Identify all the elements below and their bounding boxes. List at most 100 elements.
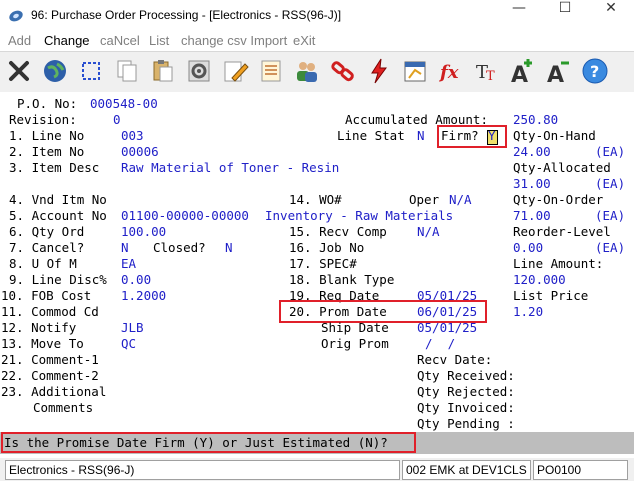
- uom-value[interactable]: EA: [121, 256, 136, 272]
- revision-label: Revision:: [9, 112, 77, 127]
- item-desc-value[interactable]: Raw Material of Toner - Resin: [121, 160, 339, 176]
- accum-amount-value: 250.80: [513, 112, 559, 127]
- line-no-value[interactable]: 003: [121, 128, 144, 144]
- qty-allocated-value: 31.00: [513, 176, 551, 191]
- cancel-value[interactable]: N: [121, 240, 129, 256]
- users-icon[interactable]: [292, 56, 322, 86]
- menu-change[interactable]: Change: [44, 33, 90, 48]
- svg-text:fx: fx: [438, 62, 459, 83]
- job-no-label: 16. Job No: [289, 240, 365, 255]
- qty-rejected-label: Qty Rejected:: [417, 384, 515, 399]
- spec-label: 17. SPEC#: [289, 256, 357, 271]
- status-user: 002 EMK at DEV1CLS: [402, 460, 531, 480]
- recv-date-label: Recv Date:: [417, 352, 493, 367]
- line-amount-value: 120.000: [513, 272, 566, 287]
- qty-received-label: Qty Received:: [417, 368, 515, 383]
- title-bar: 96: Purchase Order Processing - [Electro…: [0, 0, 634, 32]
- globe-icon[interactable]: [40, 56, 70, 86]
- account-value[interactable]: 01100-00000-00000: [121, 208, 249, 224]
- item-no-value[interactable]: 00006: [121, 144, 159, 160]
- qty-allocated-uom: (EA): [595, 176, 626, 191]
- select-icon[interactable]: [76, 56, 106, 86]
- qty-ord-value[interactable]: 100.00: [121, 224, 166, 240]
- fob-cost-label: 10. FOB Cost: [1, 288, 92, 303]
- prompt-highlight: [1, 432, 416, 453]
- svg-text:A: A: [511, 63, 528, 86]
- status-program: PO0100: [533, 460, 628, 480]
- line-stat-value: N: [417, 128, 425, 143]
- svg-text:A: A: [547, 63, 564, 86]
- qty-on-hand-label: Qty-On-Hand: [513, 128, 596, 143]
- qty-on-order-value: 71.00: [513, 208, 551, 223]
- maximize-button[interactable]: ☐: [542, 0, 588, 31]
- qty-on-hand-value: 24.00: [513, 144, 551, 159]
- menu-cancel[interactable]: caNcel: [100, 33, 140, 48]
- menu-exit[interactable]: eXit: [293, 33, 315, 48]
- link-icon[interactable]: [328, 56, 358, 86]
- recv-comp-label: 15. Recv Comp: [289, 224, 387, 239]
- app-icon: [9, 10, 23, 22]
- menu-bar: Add Change caNcel List change csv Import…: [0, 31, 634, 51]
- line-disc-label: 9. Line Disc%: [9, 272, 107, 287]
- font-larger-icon[interactable]: A: [508, 56, 538, 86]
- cancel-label: 7. Cancel?: [9, 240, 85, 255]
- edit-icon[interactable]: [220, 56, 250, 86]
- ship-date-value[interactable]: 05/01/25: [417, 320, 477, 336]
- qty-pending-label: Qty Pending :: [417, 416, 515, 431]
- comments-label: Comments: [33, 400, 94, 415]
- item-no-label: 2. Item No: [9, 144, 85, 159]
- svg-text:T: T: [486, 69, 495, 84]
- minimize-button[interactable]: —: [496, 0, 542, 31]
- item-desc-label: 3. Item Desc: [9, 160, 100, 175]
- ship-date-label: Ship Date: [321, 320, 389, 335]
- recv-comp-value[interactable]: N/A: [417, 224, 440, 240]
- reorder-level-uom: (EA): [595, 240, 626, 255]
- closed-label: Closed?: [153, 240, 206, 255]
- function-icon[interactable]: fx: [436, 56, 466, 86]
- qty-invoiced-label: Qty Invoiced:: [417, 400, 515, 415]
- line-stat-label: Line Stat: [337, 128, 405, 143]
- list-price-label: List Price: [513, 288, 589, 303]
- notes-icon[interactable]: [256, 56, 286, 86]
- orig-prom-value[interactable]: / /: [425, 336, 455, 352]
- fob-cost-value[interactable]: 1.2000: [121, 288, 166, 304]
- revision-value: 0: [113, 112, 121, 127]
- list-price-value: 1.20: [513, 304, 544, 319]
- window-title: 96: Purchase Order Processing - [Electro…: [31, 8, 342, 22]
- text-format-icon[interactable]: TT: [472, 56, 502, 86]
- notify-value[interactable]: JLB: [121, 320, 144, 336]
- help-icon[interactable]: ?: [580, 56, 610, 86]
- line-disc-value[interactable]: 0.00: [121, 272, 151, 288]
- prompt-bar: Is the Promise Date Firm (Y) or Just Est…: [0, 432, 634, 454]
- close-button[interactable]: ✕: [588, 0, 634, 31]
- menu-list[interactable]: List: [149, 33, 169, 48]
- comment-2-label: 22. Comment-2: [1, 368, 99, 383]
- lightning-icon[interactable]: [364, 56, 394, 86]
- move-to-label: 13. Move To: [1, 336, 84, 351]
- notify-label: 12. Notify: [1, 320, 77, 335]
- status-company: Electronics - RSS(96-J): [5, 460, 400, 480]
- qty-ord-label: 6. Qty Ord: [9, 224, 85, 239]
- closed-value[interactable]: N: [225, 240, 233, 256]
- exit-icon[interactable]: [4, 56, 34, 86]
- po-no-label: P.O. No:: [17, 96, 78, 111]
- calendar-icon[interactable]: [400, 56, 430, 86]
- copy-icon[interactable]: [112, 56, 142, 86]
- oper-label: Oper: [409, 192, 440, 207]
- account-desc: Inventory - Raw Materials: [265, 208, 454, 223]
- blank-type-label: 18. Blank Type: [289, 272, 395, 287]
- oper-value[interactable]: N/A: [449, 192, 472, 208]
- wo-label: 14. WO#: [289, 192, 342, 207]
- menu-csv-import[interactable]: change csv Import: [181, 33, 287, 48]
- menu-add[interactable]: Add: [8, 33, 31, 48]
- line-no-label: 1. Line No: [9, 128, 85, 143]
- paste-icon[interactable]: [148, 56, 178, 86]
- move-to-value[interactable]: QC: [121, 336, 136, 352]
- account-label: 5. Account No: [9, 208, 107, 223]
- reorder-level-value: 0.00: [513, 240, 544, 255]
- po-no-value: 000548-00: [90, 96, 158, 111]
- settings-icon[interactable]: [184, 56, 214, 86]
- status-bar: Electronics - RSS(96-J) 002 EMK at DEV1C…: [0, 458, 634, 481]
- line-amount-label: Line Amount:: [513, 256, 604, 271]
- font-smaller-icon[interactable]: A: [544, 56, 574, 86]
